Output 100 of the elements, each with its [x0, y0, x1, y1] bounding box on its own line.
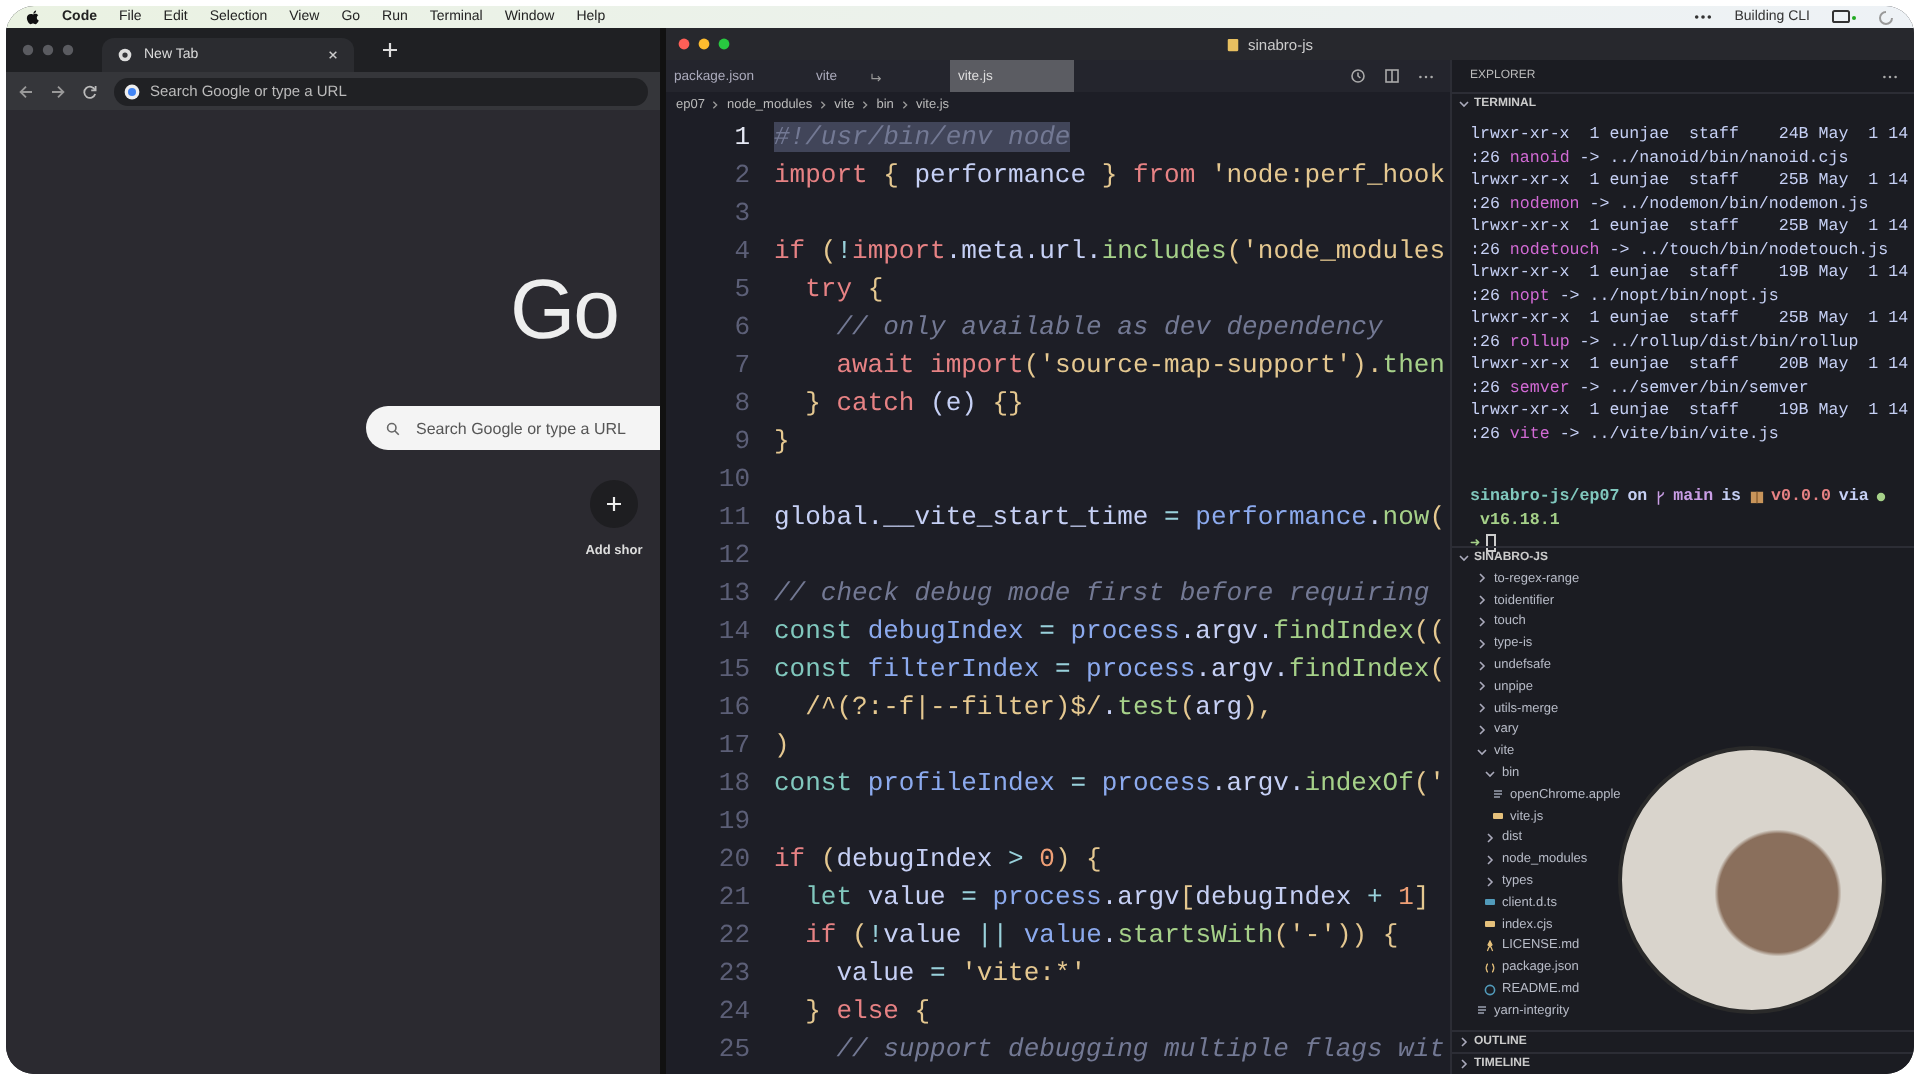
chevron-icon: [860, 99, 871, 109]
chevron-icon[interactable]: [1484, 853, 1496, 866]
prompt-path: sinabro-js/ep07: [1470, 488, 1620, 507]
info-file-icon: [1484, 983, 1496, 996]
license-file-icon: [1484, 939, 1496, 952]
git-branch-icon: [1655, 489, 1666, 506]
line-number: 25: [716, 1034, 752, 1064]
monitor-icon[interactable]: [1832, 9, 1856, 25]
reload-icon[interactable]: [82, 83, 98, 99]
line-number: 18: [716, 768, 752, 798]
line-number: 3: [732, 198, 752, 228]
git-branch: main: [1673, 488, 1714, 507]
line-number: 9: [732, 426, 752, 456]
prompt-text: via: [1838, 488, 1869, 507]
forward-arrow-icon[interactable]: [50, 83, 66, 99]
history-icon[interactable]: [1350, 68, 1366, 84]
code-line: if (debugIndex > 0) {: [774, 844, 1102, 874]
line-number: 10: [716, 464, 752, 494]
line-number: 23: [716, 958, 752, 988]
code-line: global.__vite_start_time = performance.now(: [774, 502, 1445, 532]
line-number: 20: [716, 844, 752, 874]
line-number: 12: [716, 540, 752, 570]
window-controls-icon[interactable]: [22, 44, 74, 56]
terminal-line: :26 nopt -> ../nopt/bin/nopt.js: [1470, 285, 1781, 308]
chrome-logo-icon: [118, 48, 132, 62]
code-line: // support debugging multiple flags wit: [834, 1034, 1445, 1064]
chevron-icon[interactable]: [1458, 1058, 1470, 1070]
line-number: 16: [716, 692, 752, 722]
line-number: 1: [732, 122, 752, 152]
plus-icon: [606, 496, 622, 512]
line-number: 15: [716, 654, 752, 684]
package-version: v0.0.0: [1771, 488, 1831, 507]
prompt-text: is: [1721, 488, 1742, 507]
terminal-line: lrwxr-xr-x 1 eunjae staff 19B May 1 14: [1470, 262, 1911, 285]
lines-file-icon: [1476, 1004, 1488, 1017]
terminal-line: :26 nodemon -> ../nodemon/bin/nodemon.js: [1470, 193, 1871, 216]
code-line: } else {: [803, 996, 931, 1026]
more-icon[interactable]: [1882, 73, 1898, 79]
chevron-icon[interactable]: [1458, 98, 1470, 110]
prompt-arrow: ➜: [1470, 534, 1480, 555]
new-tab-icon[interactable]: [382, 42, 398, 58]
terminal-line: lrwxr-xr-x 1 eunjae staff 20B May 1 14: [1470, 354, 1911, 377]
code-line: const filterIndex = process.argv.findIndex(: [774, 654, 1445, 684]
chevron-icon[interactable]: [1458, 552, 1470, 564]
chevron-icon[interactable]: [1476, 594, 1488, 607]
line-number: 8: [732, 388, 752, 418]
code-line: const debugIndex = process.argv.findIndex((: [774, 616, 1445, 646]
terminal-line: lrwxr-xr-x 1 eunjae staff 19B May 1 14: [1470, 400, 1911, 423]
terminal-cursor: [1486, 534, 1496, 553]
close-icon[interactable]: [328, 50, 338, 60]
back-arrow-icon[interactable]: [18, 83, 34, 99]
google-logo: Go: [510, 266, 619, 354]
code-line: }: [774, 426, 790, 456]
chevron-icon[interactable]: [1476, 723, 1488, 736]
chevron-icon[interactable]: [1484, 875, 1496, 888]
chevron-icon[interactable]: [1484, 831, 1496, 844]
code-line: if (!import.meta.url.includes('node_modules: [774, 236, 1446, 266]
more-icon[interactable]: [1418, 73, 1434, 79]
line-number: 14: [716, 616, 752, 646]
apple-logo-icon[interactable]: [26, 9, 40, 25]
more-icon[interactable]: [1694, 14, 1713, 20]
package-icon: [1749, 490, 1764, 505]
line-number: 22: [716, 920, 752, 950]
chevron-icon[interactable]: [1458, 1036, 1470, 1048]
terminal-line: :26 rollup -> ../rollup/dist/bin/rollup: [1470, 331, 1861, 354]
chevron-icon[interactable]: [1484, 767, 1496, 780]
line-number: 5: [732, 274, 752, 304]
chevron-icon: [818, 99, 829, 109]
chevron-icon[interactable]: [1476, 572, 1488, 585]
chevron-icon[interactable]: [1476, 702, 1488, 715]
line-number: 2: [732, 160, 752, 190]
chevron-icon: [899, 99, 910, 109]
terminal-line: :26 nanoid -> ../nanoid/bin/nanoid.cjs: [1470, 147, 1851, 170]
code-line: } catch (e) {}: [803, 388, 1024, 418]
chevron-icon[interactable]: [1476, 659, 1488, 672]
terminal-line: lrwxr-xr-x 1 eunjae staff 24B May 1 14: [1470, 124, 1911, 147]
node-dot-icon: [1876, 492, 1887, 503]
traffic-lights-icon[interactable]: [678, 38, 730, 50]
code-line: // check debug mode first before requiring: [774, 578, 1430, 608]
chevron-icon[interactable]: [1476, 680, 1488, 693]
chevron-icon[interactable]: [1476, 615, 1488, 628]
code-line: try {: [803, 274, 884, 304]
chevron-icon[interactable]: [1476, 637, 1488, 650]
link-arrow-icon: [869, 71, 884, 81]
terminal-line: :26 semver -> ../semver/bin/semver: [1470, 377, 1811, 400]
terminal-line: lrwxr-xr-x 1 eunjae staff 25B May 1 14: [1470, 216, 1911, 239]
chevron-icon[interactable]: [1476, 745, 1488, 758]
terminal-line: :26 nodetouch -> ../touch/bin/nodetouch.js: [1470, 239, 1891, 262]
terminal-line: lrwxr-xr-x 1 eunjae staff 25B May 1 14: [1470, 308, 1911, 331]
add-shortcut-button[interactable]: [590, 480, 638, 528]
code-line: await import('source-map-support').then: [834, 350, 1445, 380]
code-line: import { performance } from 'node:perf_hook: [774, 160, 1445, 190]
line-number: 17: [716, 730, 752, 760]
split-editor-icon[interactable]: [1384, 68, 1400, 84]
search-field[interactable]: Search Google or type a URL: [366, 406, 660, 450]
prompt-text: on: [1627, 488, 1648, 507]
spinner-icon: [1878, 9, 1894, 25]
chevron-icon: [710, 99, 721, 109]
line-number: 7: [732, 350, 752, 380]
json-file-icon: [1484, 961, 1496, 974]
